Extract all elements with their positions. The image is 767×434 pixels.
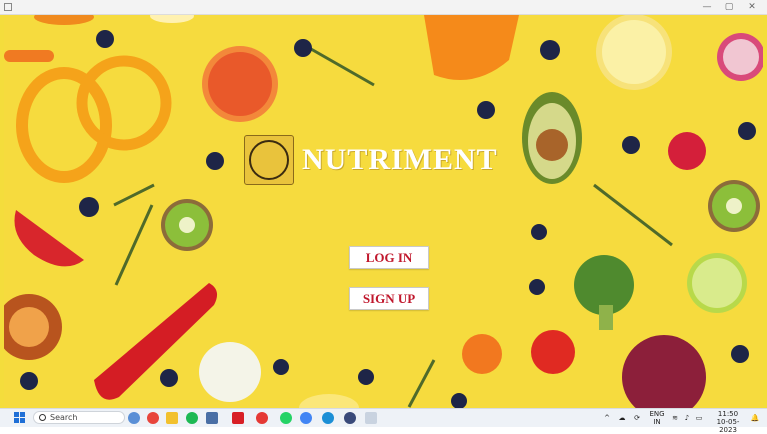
edge-icon[interactable] — [322, 412, 334, 424]
brand-header: NUTRIMENT — [244, 135, 498, 185]
background-canvas: NUTRIMENT LOG IN SIGN UP — [4, 15, 763, 408]
spotify-icon[interactable] — [186, 412, 198, 424]
clock-date: 10-05-2023 — [716, 418, 740, 434]
food-background-icon — [4, 15, 763, 408]
clock-time: 11:50 — [717, 410, 739, 418]
region-code: IN — [653, 418, 661, 426]
search-icon — [39, 414, 46, 421]
file-explorer-icon[interactable] — [166, 412, 178, 424]
signup-button[interactable]: SIGN UP — [349, 287, 429, 310]
python-app-icon[interactable] — [365, 412, 377, 424]
start-button[interactable] — [14, 412, 25, 423]
app-window: — ▢ ✕ NUTRIMENT LOG IN SIGN UP — [0, 0, 767, 408]
brand-title: NUTRIMENT — [302, 143, 498, 176]
logo-ring — [249, 140, 289, 180]
record-icon[interactable] — [256, 412, 268, 424]
clock[interactable]: 11:50 10-05-2023 — [708, 409, 748, 434]
minimize-button[interactable]: — — [696, 1, 718, 13]
volume-icon[interactable]: ♪ — [682, 409, 692, 427]
windows-taskbar: Search ^ ☁ ⟳ ENG IN ≋ ♪ ▭ 11:50 10-05-20… — [0, 408, 767, 434]
wifi-icon[interactable]: ≋ — [670, 409, 680, 427]
language-indicator[interactable]: ENG IN — [648, 409, 666, 428]
chevron-up-icon[interactable]: ^ — [602, 409, 612, 427]
battery-icon[interactable]: ▭ — [694, 409, 704, 427]
close-button[interactable]: ✕ — [741, 1, 763, 13]
chrome-icon[interactable] — [147, 412, 159, 424]
chrome-profile-icon[interactable] — [300, 412, 312, 424]
calculator-icon[interactable] — [206, 412, 218, 424]
notification-bell-icon[interactable]: 🔔 — [750, 409, 760, 427]
language-code: ENG — [649, 410, 665, 418]
window-titlebar: — ▢ ✕ — [0, 0, 767, 15]
login-button[interactable]: LOG IN — [349, 246, 429, 269]
cloud-icon[interactable]: ☁ — [617, 409, 627, 427]
taskbar-search-box[interactable]: Search — [33, 411, 125, 424]
copilot-icon[interactable] — [128, 412, 140, 424]
sync-icon[interactable]: ⟳ — [632, 409, 642, 427]
window-app-icon — [4, 3, 12, 11]
netflix-icon[interactable] — [232, 412, 244, 424]
search-placeholder: Search — [50, 413, 78, 422]
app-icon[interactable] — [344, 412, 356, 424]
nutriment-logo-icon — [244, 135, 294, 185]
whatsapp-icon[interactable] — [280, 412, 292, 424]
maximize-button[interactable]: ▢ — [718, 1, 740, 13]
